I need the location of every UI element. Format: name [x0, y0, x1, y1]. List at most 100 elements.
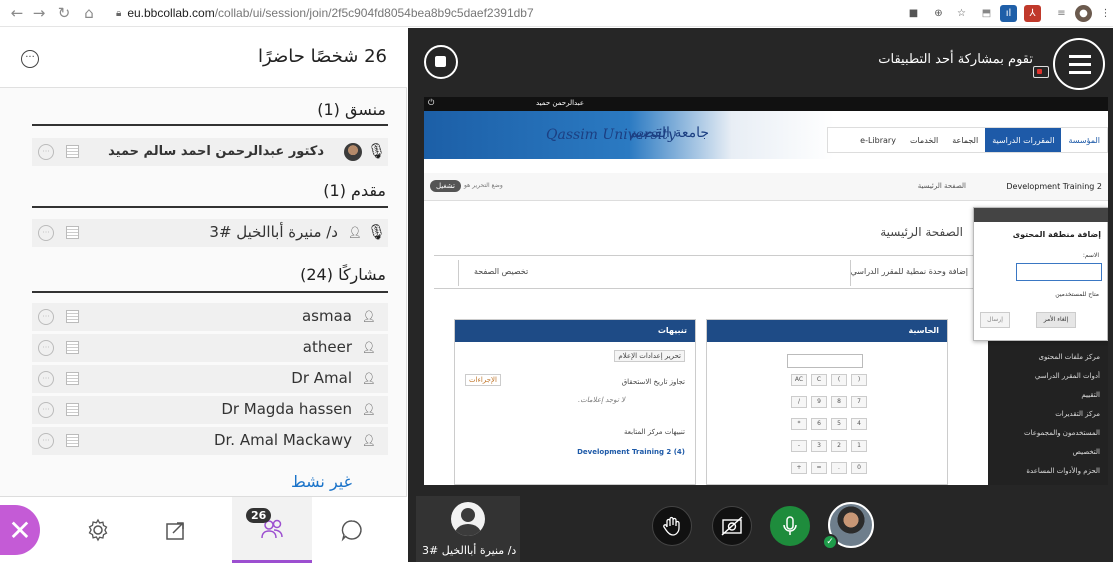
- calculator-key[interactable]: 0: [851, 462, 867, 474]
- raise-hand-button[interactable]: [652, 506, 692, 546]
- chat-tab[interactable]: [312, 497, 392, 563]
- side-menu-item[interactable]: أدوات المقرر الدراسي: [1035, 372, 1100, 380]
- nav-community[interactable]: الجماعة: [945, 128, 985, 152]
- calculator-key[interactable]: .: [831, 462, 847, 474]
- list-icon[interactable]: [66, 310, 79, 323]
- reload-icon[interactable]: ↻: [53, 2, 75, 24]
- reading-list-icon[interactable]: ≡: [1053, 5, 1070, 22]
- side-menu-item[interactable]: المستخدمون والمجموعات: [1024, 429, 1100, 437]
- lms-user-label[interactable]: عبدالرحمن حميد: [536, 99, 584, 107]
- side-menu-item[interactable]: التخصيص: [1073, 448, 1100, 456]
- calculator-key[interactable]: 4: [851, 418, 867, 430]
- actions-button[interactable]: الإجراءات: [465, 374, 501, 386]
- attendee-row[interactable]: 👤︎ asmaa ···: [32, 303, 388, 331]
- calculator-key[interactable]: 1: [851, 440, 867, 452]
- microphone-icon[interactable]: 🎙︎: [367, 223, 386, 241]
- calculator-key[interactable]: C: [811, 374, 827, 386]
- forward-icon[interactable]: →: [28, 2, 50, 24]
- close-panel-button[interactable]: ✕: [0, 505, 40, 555]
- star-icon[interactable]: ☆: [953, 5, 970, 22]
- nav-institution[interactable]: المؤسسة: [1061, 128, 1107, 152]
- calculator-key[interactable]: 6: [811, 418, 827, 430]
- extension-chart-icon[interactable]: ıl: [1000, 5, 1017, 22]
- content-area-name-input[interactable]: [1016, 263, 1102, 281]
- side-menu-item[interactable]: التقييم: [1081, 391, 1100, 399]
- list-icon[interactable]: [66, 403, 79, 416]
- profile-avatar-icon[interactable]: ●: [1075, 5, 1092, 22]
- attendee-row[interactable]: 👤︎ Dr. Amal Mackawy ···: [32, 427, 388, 455]
- attendee-name: Dr Amal: [291, 369, 352, 387]
- microphone-icon[interactable]: 🎙︎: [367, 142, 386, 160]
- calculator-key[interactable]: +: [791, 462, 807, 474]
- add-module-link[interactable]: إضافة وحدة نمطية للمقرر الدراسي: [851, 267, 968, 276]
- list-icon[interactable]: [66, 434, 79, 447]
- attendee-row[interactable]: 👤︎ Dr Amal ···: [32, 365, 388, 393]
- course-alert-link[interactable]: Development Training 2 (4): [577, 448, 685, 456]
- side-menu-item[interactable]: الحزم والأدوات المساعدة: [1026, 467, 1100, 475]
- power-icon[interactable]: ⏻: [428, 98, 434, 108]
- self-video-tile[interactable]: د/ منيرة أباالخيل #3: [416, 496, 520, 562]
- calculator-key[interactable]: *: [791, 418, 807, 430]
- calculator-key[interactable]: ): [851, 374, 867, 386]
- edit-mode-toggle[interactable]: تشغيل: [430, 180, 461, 192]
- calculator-key[interactable]: -: [791, 440, 807, 452]
- list-icon[interactable]: [66, 341, 79, 354]
- camera-toggle-button[interactable]: [712, 506, 752, 546]
- popup-submit-button[interactable]: إرسال: [980, 312, 1010, 328]
- course-breadcrumb[interactable]: Development Training 2: [1006, 182, 1102, 191]
- home-icon[interactable]: ⌂: [78, 2, 100, 24]
- nav-courses[interactable]: المقررات الدراسية: [985, 128, 1062, 152]
- divider: [458, 260, 459, 286]
- calculator-key[interactable]: 5: [831, 418, 847, 430]
- edit-notifications-button[interactable]: تحرير إعدادات الإعلام: [614, 350, 685, 362]
- calculator-key[interactable]: =: [811, 462, 827, 474]
- attendee-options-icon[interactable]: ···: [38, 225, 54, 241]
- side-menu-item[interactable]: مركز ملفات المحتوى: [1039, 353, 1100, 361]
- camera-icon[interactable]: ■: [905, 5, 922, 22]
- calculator-key[interactable]: (: [831, 374, 847, 386]
- calculator-key[interactable]: AC: [791, 374, 807, 386]
- calculator-key[interactable]: 9: [811, 396, 827, 408]
- calculator-key[interactable]: 3: [811, 440, 827, 452]
- stop-sharing-button[interactable]: [424, 45, 458, 79]
- nav-services[interactable]: الخدمات: [903, 128, 945, 152]
- cast-icon[interactable]: ⬒: [978, 5, 995, 22]
- inactive-section-title[interactable]: غير نشط: [291, 472, 352, 491]
- calculator-display[interactable]: [787, 354, 863, 368]
- attendee-options-icon[interactable]: ···: [38, 144, 54, 160]
- calculator-key[interactable]: 7: [851, 396, 867, 408]
- side-menu-item[interactable]: مركز التقديرات: [1055, 410, 1100, 418]
- nav-elibrary[interactable]: e-Library: [853, 128, 903, 152]
- back-icon[interactable]: ←: [6, 2, 28, 24]
- customize-page-link[interactable]: تخصيص الصفحة: [474, 267, 528, 276]
- attendee-row-presenter[interactable]: 🎙︎ 👤︎ د/ منيرة أباالخيل #3 ···: [32, 219, 388, 247]
- more-options-icon[interactable]: ···: [21, 50, 39, 68]
- attendee-options-icon[interactable]: ···: [38, 371, 54, 387]
- home-breadcrumb[interactable]: الصفحة الرئيسية: [918, 182, 966, 190]
- popup-cancel-button[interactable]: إلغاء الأمر: [1036, 312, 1076, 328]
- address-bar[interactable]: 🔒︎ eu.bbcollab.com /collab/ui/session/jo…: [116, 3, 806, 23]
- attendee-options-icon[interactable]: ···: [38, 433, 54, 449]
- share-content-tab[interactable]: [136, 497, 216, 563]
- attendee-options-icon[interactable]: ···: [38, 402, 54, 418]
- attendee-row-moderator[interactable]: 🎙︎ دكتور عبدالرحمن احمد سالم حميد ···: [32, 138, 388, 166]
- available-checkbox[interactable]: متاح للمستخدمين: [1055, 291, 1099, 298]
- list-icon[interactable]: [66, 372, 79, 385]
- attendee-row[interactable]: 👤︎ Dr Magda hassen ···: [32, 396, 388, 424]
- microphone-toggle-button[interactable]: [770, 506, 810, 546]
- attendees-tab[interactable]: [232, 497, 312, 563]
- attendee-options-icon[interactable]: ···: [38, 309, 54, 325]
- attendee-row[interactable]: 👤︎ atheer ···: [32, 334, 388, 362]
- attendee-options-icon[interactable]: ···: [38, 340, 54, 356]
- calculator-key[interactable]: /: [791, 396, 807, 408]
- calculator-key[interactable]: 2: [831, 440, 847, 452]
- extension-pdf-icon[interactable]: ⅄: [1024, 5, 1041, 22]
- list-icon[interactable]: [66, 145, 79, 158]
- kebab-menu-icon[interactable]: ⋮: [1097, 5, 1113, 22]
- module-title: تنبيهات: [657, 326, 687, 335]
- settings-tab[interactable]: [58, 497, 138, 563]
- list-icon[interactable]: [66, 226, 79, 239]
- zoom-icon[interactable]: ⊕: [930, 5, 947, 22]
- session-menu-button[interactable]: [1053, 38, 1105, 90]
- calculator-key[interactable]: 8: [831, 396, 847, 408]
